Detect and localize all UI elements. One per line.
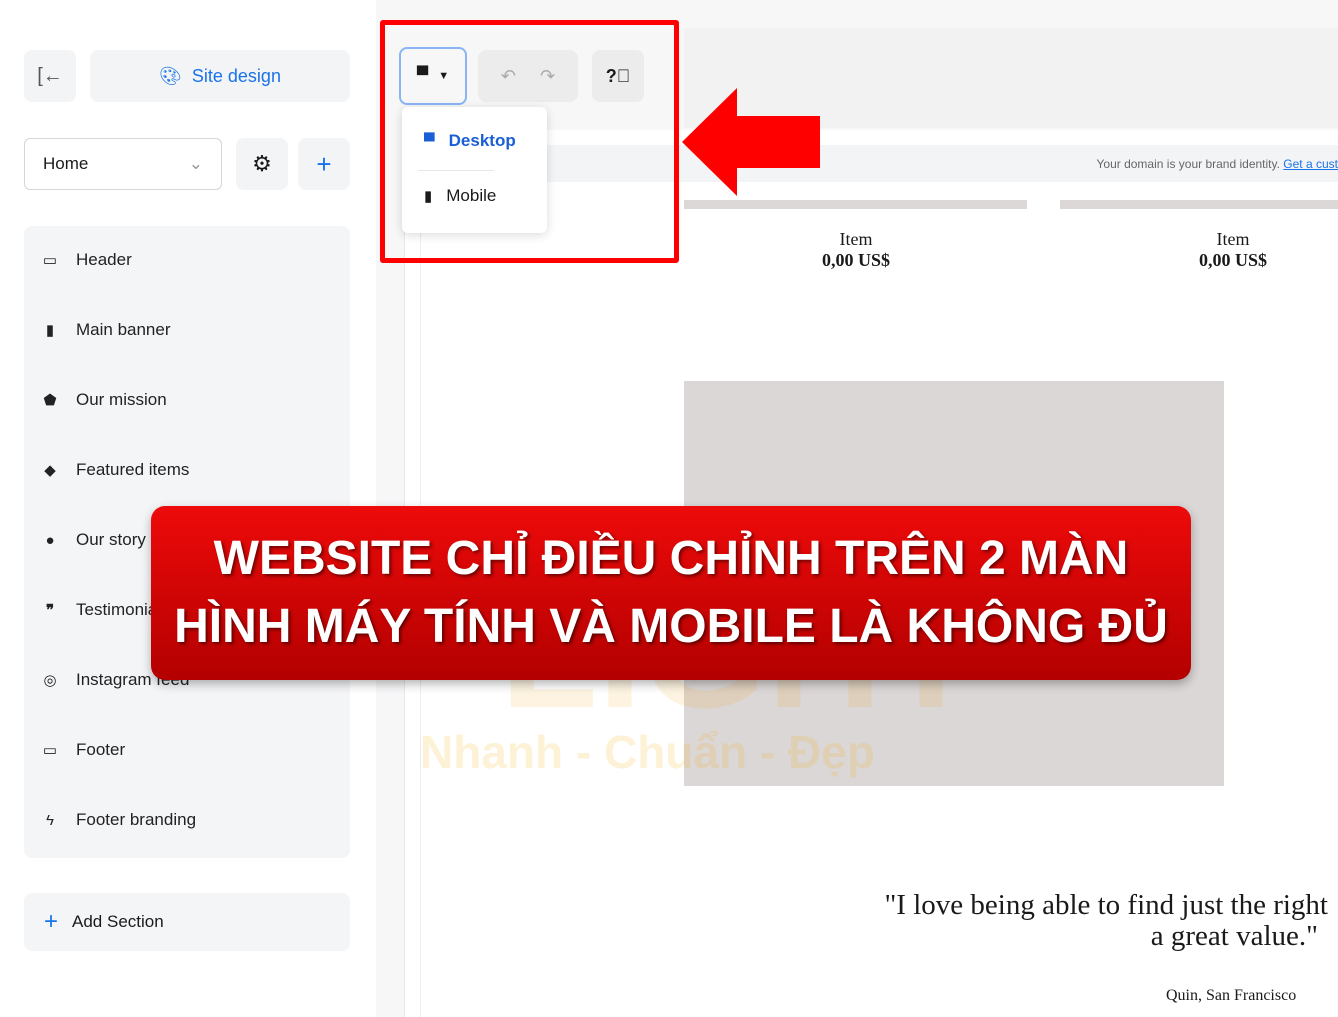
gear-icon: ⚙ [252, 151, 272, 176]
watermark-tagline: Nhanh - Chuẩn - Đẹp [420, 726, 875, 778]
site-design-button[interactable]: 🎨︎ Site design [90, 50, 350, 102]
page-select-value: Home [43, 154, 89, 173]
tag-icon: ◆ [44, 462, 56, 479]
quote-icon: ❞ [45, 602, 55, 619]
headline-banner: WEBSITE CHỈ ĐIỀU CHỈNH TRÊN 2 MÀN HÌNH M… [151, 506, 1191, 680]
shield-icon: ⬟ [43, 392, 57, 409]
testimonial-quote: "I love being able to find just the righ… [884, 890, 1328, 952]
section-item-our-story[interactable]: ● Our story [42, 530, 146, 550]
domain-notice: Your domain is your brand identity. [1096, 156, 1280, 171]
section-item-header[interactable]: ▭ Header [42, 250, 132, 270]
exit-icon: [← [37, 64, 63, 87]
add-section-button[interactable]: + Add Section [24, 893, 350, 951]
section-label: Our mission [76, 390, 167, 409]
section-item-main-banner[interactable]: ▮ Main banner [42, 320, 171, 340]
highlight-box [380, 20, 679, 263]
chevron-down-icon: ⌄ [188, 154, 203, 173]
custom-domain-link[interactable]: Get a cust [1283, 157, 1338, 171]
section-label: Footer branding [76, 810, 197, 829]
product-price: 0,00 US$ [821, 250, 890, 270]
add-page-button[interactable]: + [298, 138, 350, 190]
section-item-footer-branding[interactable]: ϟ Footer branding [42, 810, 196, 830]
page-settings-button[interactable]: ⚙ [236, 138, 288, 190]
palette-icon: 🎨︎ [159, 65, 182, 86]
instagram-icon: ◎ [43, 672, 57, 689]
section-label: Header [76, 250, 132, 269]
section-item-our-mission[interactable]: ⬟ Our mission [42, 390, 167, 410]
header-icon: ▭ [42, 252, 58, 269]
add-section-label: Add Section [72, 912, 164, 931]
banner-line: HÌNH MÁY TÍNH VÀ MOBILE LÀ KHÔNG ĐỦ [174, 600, 1168, 653]
chat-icon: ● [45, 531, 55, 549]
section-label: Featured items [76, 460, 190, 479]
page-select[interactable]: Home ⌄ [24, 138, 222, 190]
section-label: Our story [76, 530, 146, 549]
plus-icon: + [316, 148, 332, 179]
section-label: Footer [76, 740, 126, 759]
banner-line: WEBSITE CHỈ ĐIỀU CHỈNH TRÊN 2 MÀN [213, 532, 1129, 585]
red-arrow-icon [682, 88, 820, 196]
exit-button[interactable]: [← [24, 50, 76, 102]
item-image-2 [1060, 200, 1338, 209]
section-item-featured-items[interactable]: ◆ Featured items [42, 460, 189, 480]
item-image-1 [684, 200, 1027, 209]
product-card[interactable]: Item 0,00 US$ [756, 229, 956, 271]
product-name: Item [1216, 229, 1250, 249]
testimonial-author: Quin, San Francisco [1166, 987, 1297, 1004]
bookmark-icon: ▮ [45, 322, 55, 339]
bolt-icon: ϟ [46, 811, 54, 829]
plus-icon: + [44, 908, 59, 935]
product-card[interactable]: Item 0,00 US$ [1133, 229, 1333, 271]
product-name: Item [839, 229, 873, 249]
quote-line: a great value." [1150, 920, 1318, 952]
section-label: Main banner [76, 320, 171, 339]
footer-icon: ▭ [42, 742, 58, 759]
quote-line: "I love being able to find just the righ… [884, 889, 1328, 921]
site-design-label: Site design [191, 65, 281, 86]
section-item-footer[interactable]: ▭ Footer [42, 740, 125, 760]
product-price: 0,00 US$ [1198, 250, 1267, 270]
